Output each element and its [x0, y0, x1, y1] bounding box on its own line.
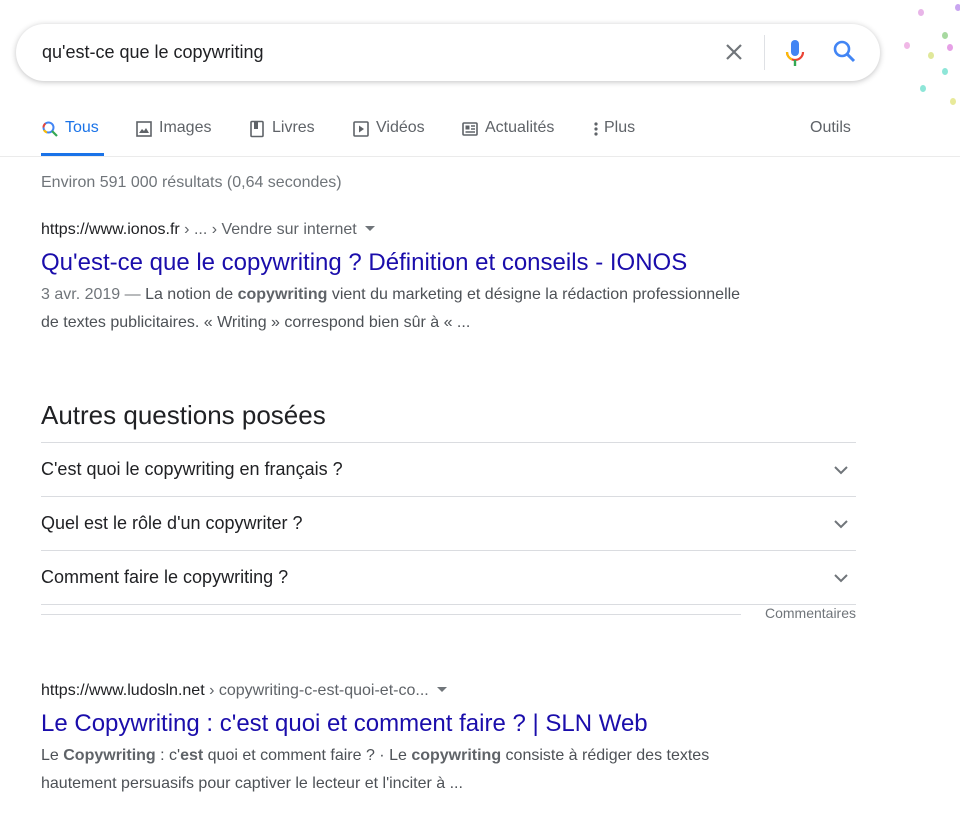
news-icon	[462, 122, 478, 136]
search-input[interactable]	[42, 24, 702, 81]
tab-images[interactable]: Images	[135, 110, 211, 156]
search-box[interactable]	[16, 24, 880, 81]
site-url: https://www.ionos.fr	[41, 221, 180, 238]
result-snippet: 3 avr. 2019 — La notion de copywriting v…	[41, 281, 741, 337]
tools-button[interactable]: Outils	[810, 110, 851, 156]
paa-heading: Autres questions posées	[41, 400, 326, 430]
tab-plus[interactable]: Plus	[590, 110, 635, 156]
result-snippet: Le Copywriting : c'est quoi et comment f…	[41, 742, 781, 798]
search-result: https://www.ludosln.net › copywriting-c-…	[41, 682, 741, 798]
snippet-bold: copywriting	[411, 747, 502, 764]
result-date: 3 avr. 2019 —	[41, 286, 146, 303]
microphone-icon[interactable]	[784, 38, 806, 68]
book-icon	[250, 120, 264, 138]
snippet-bold: copywriting	[237, 286, 328, 303]
snippet-text: quoi et comment faire ? · Le	[203, 747, 412, 764]
tab-label: Plus	[604, 119, 636, 136]
question-text: Quel est le rôle d'un copywriter ?	[41, 513, 303, 533]
clear-icon[interactable]	[722, 40, 746, 64]
image-icon	[136, 121, 152, 137]
tab-tous[interactable]: Tous	[41, 110, 104, 156]
tab-videos[interactable]: Vidéos	[352, 110, 425, 156]
more-vert-icon	[594, 122, 598, 136]
question-text: C'est quoi le copywriting en français ?	[41, 459, 343, 479]
paa-question[interactable]: Comment faire le copywriting ?	[41, 550, 856, 605]
snippet-bold: Copywriting	[63, 747, 156, 764]
tab-label: Livres	[272, 119, 315, 136]
play-icon	[353, 121, 369, 137]
tab-label: Images	[159, 119, 212, 136]
feedback-link[interactable]: Commentaires	[765, 605, 856, 621]
feedback: Commentaires	[41, 605, 856, 621]
breadcrumb: › ... › Vendre sur internet	[179, 221, 357, 238]
snippet-text: : c'	[155, 747, 181, 764]
chevron-down-icon	[834, 573, 848, 582]
tab-label: Tous	[65, 119, 99, 136]
search-tabs: Tous Images Livres Vidéos Actualités Plu…	[0, 110, 960, 157]
search-result: https://www.ionos.fr › ... › Vendre sur …	[41, 221, 741, 337]
chevron-down-icon	[834, 465, 848, 474]
result-stats: Environ 591 000 résultats (0,64 secondes…	[41, 174, 342, 191]
paa-question[interactable]: C'est quoi le copywriting en français ?	[41, 442, 856, 496]
people-also-ask: Autres questions posées C'est quoi le co…	[41, 398, 856, 605]
result-url[interactable]: https://www.ionos.fr › ... › Vendre sur …	[41, 221, 741, 243]
divider	[764, 35, 765, 70]
search-icon	[42, 121, 58, 137]
tab-label: Vidéos	[376, 119, 425, 136]
caret-down-icon[interactable]	[436, 687, 447, 692]
snippet-text: La notion de	[145, 286, 238, 303]
site-url: https://www.ludosln.net	[41, 682, 205, 699]
paa-question[interactable]: Quel est le rôle d'un copywriter ?	[41, 496, 856, 550]
snippet-text: Le	[41, 747, 64, 764]
result-title-link[interactable]: Le Copywriting : c'est quoi et comment f…	[41, 709, 741, 739]
tab-label: Actualités	[485, 119, 555, 136]
caret-down-icon[interactable]	[364, 226, 375, 231]
question-text: Comment faire le copywriting ?	[41, 567, 289, 587]
divider	[41, 614, 741, 615]
tab-livres[interactable]: Livres	[248, 110, 315, 156]
result-title-link[interactable]: Qu'est-ce que le copywriting ? Définitio…	[41, 248, 741, 278]
tools-label: Outils	[810, 119, 851, 136]
snippet-bold: est	[180, 747, 204, 764]
tab-actualites[interactable]: Actualités	[461, 110, 554, 156]
result-url[interactable]: https://www.ludosln.net › copywriting-c-…	[41, 682, 741, 704]
breadcrumb: › copywriting-c-est-quoi-et-co...	[204, 682, 429, 699]
search-icon[interactable]	[831, 38, 859, 66]
chevron-down-icon	[834, 519, 848, 528]
